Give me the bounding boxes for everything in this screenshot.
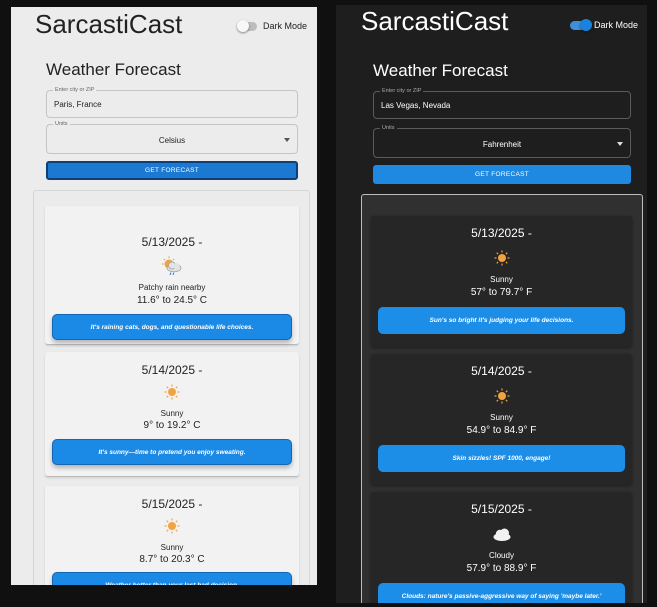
forecast-card: 5/14/2025 - Sunny 9° to 19.2° C It's sun… <box>45 352 299 477</box>
get-forecast-button[interactable]: GET FORECAST <box>373 165 631 184</box>
sarcastic-quip: Clouds: nature's passive-aggressive way … <box>378 583 625 603</box>
forecast-date: 5/14/2025 - <box>471 364 532 378</box>
forecast-card: 5/15/2025 - Sunny 8.7° to 20.3° C Weathe… <box>45 486 299 585</box>
forecast-date: 5/13/2025 - <box>471 226 532 240</box>
light-mode-screenshot: SarcastiCast Dark Mode Weather Forecast … <box>11 7 317 585</box>
dark-mode-label: Dark Mode <box>594 20 639 30</box>
units-select-label: Units <box>53 120 70 128</box>
city-input-label: Enter city or ZIP <box>380 87 424 95</box>
dark-mode-screenshot: SarcastiCast Dark Mode Weather Forecast … <box>336 5 647 603</box>
sarcastic-quip: Sun's so bright it's judging your life d… <box>378 307 625 334</box>
forecast-temps: 11.6° to 24.5° C <box>136 295 208 306</box>
city-input[interactable]: Enter city or ZIP Paris, France <box>46 86 298 118</box>
forecast-date: 5/15/2025 - <box>141 497 203 511</box>
cloud-icon <box>492 526 512 547</box>
app-title: SarcastiCast <box>361 6 509 36</box>
dark-mode-label: Dark Mode <box>263 21 308 31</box>
sun-icon <box>164 518 180 539</box>
sun-icon <box>494 388 510 409</box>
forecast-card: 5/14/2025 - Sunny 54.9° to 84.9° F Skin … <box>371 354 632 485</box>
sarcastic-quip: It's raining cats, dogs, and questionabl… <box>52 314 292 340</box>
city-input[interactable]: Enter city or ZIP Las Vegas, Nevada <box>373 87 631 119</box>
toggle-switch[interactable] <box>237 19 257 32</box>
units-select-value[interactable]: Fahrenheit <box>374 140 630 149</box>
toggle-knob <box>237 19 249 32</box>
forecast-temps: 9° to 19.2° C <box>143 420 201 431</box>
patchy-rain-icon <box>161 256 183 281</box>
dark-mode-toggle[interactable]: Dark Mode <box>237 19 308 32</box>
forecast-date: 5/15/2025 - <box>471 502 532 516</box>
forecast-card: 5/13/2025 - Sunny 57° to 79.7° F Sun's s… <box>371 216 632 347</box>
city-input-label: Enter city or ZIP <box>53 86 97 94</box>
sarcastic-quip: It's sunny—time to pretend you enjoy swe… <box>52 439 292 465</box>
get-forecast-button[interactable]: GET FORECAST <box>46 161 298 180</box>
toggle-switch[interactable] <box>570 18 592 31</box>
forecast-list: 5/13/2025 - Patchy rain nearby 11.6° to … <box>33 190 310 585</box>
forecast-condition: Sunny <box>490 275 513 284</box>
dropdown-arrow-icon[interactable] <box>617 142 623 146</box>
dropdown-arrow-icon[interactable] <box>284 138 290 142</box>
forecast-temps: 57.9° to 88.9° F <box>466 563 537 574</box>
forecast-condition: Cloudy <box>489 551 514 560</box>
forecast-condition: Patchy rain nearby <box>138 283 206 292</box>
section-title: Weather Forecast <box>46 60 181 79</box>
forecast-card: 5/15/2025 - Cloudy 57.9° to 88.9° F Clou… <box>371 492 632 603</box>
section-title: Weather Forecast <box>373 61 508 80</box>
app-title: SarcastiCast <box>35 9 183 39</box>
units-select[interactable]: Units Fahrenheit <box>373 124 631 158</box>
units-select-label: Units <box>380 124 397 132</box>
city-input-value[interactable]: Paris, France <box>54 100 102 109</box>
sarcastic-quip: Weather hotter than your last bad decisi… <box>52 572 292 585</box>
sarcastic-quip: Skin sizzles! SPF 1000, engage! <box>378 445 625 472</box>
forecast-date: 5/13/2025 - <box>141 235 203 249</box>
toggle-knob <box>580 18 592 31</box>
forecast-condition: Sunny <box>160 409 184 418</box>
sun-icon <box>494 250 510 271</box>
forecast-temps: 57° to 79.7° F <box>470 287 533 298</box>
dark-mode-toggle[interactable]: Dark Mode <box>570 18 639 31</box>
forecast-condition: Sunny <box>160 543 184 552</box>
forecast-temps: 8.7° to 20.3° C <box>139 554 205 565</box>
forecast-card: 5/13/2025 - Patchy rain nearby 11.6° to … <box>45 206 299 345</box>
forecast-condition: Sunny <box>490 413 513 422</box>
forecast-temps: 54.9° to 84.9° F <box>466 425 537 436</box>
forecast-list: 5/13/2025 - Sunny 57° to 79.7° F Sun's s… <box>361 194 643 603</box>
units-select[interactable]: Units Celsius <box>46 120 298 154</box>
city-input-value[interactable]: Las Vegas, Nevada <box>381 101 450 110</box>
forecast-date: 5/14/2025 - <box>141 363 203 377</box>
units-select-value[interactable]: Celsius <box>47 136 297 145</box>
sun-icon <box>164 384 180 405</box>
